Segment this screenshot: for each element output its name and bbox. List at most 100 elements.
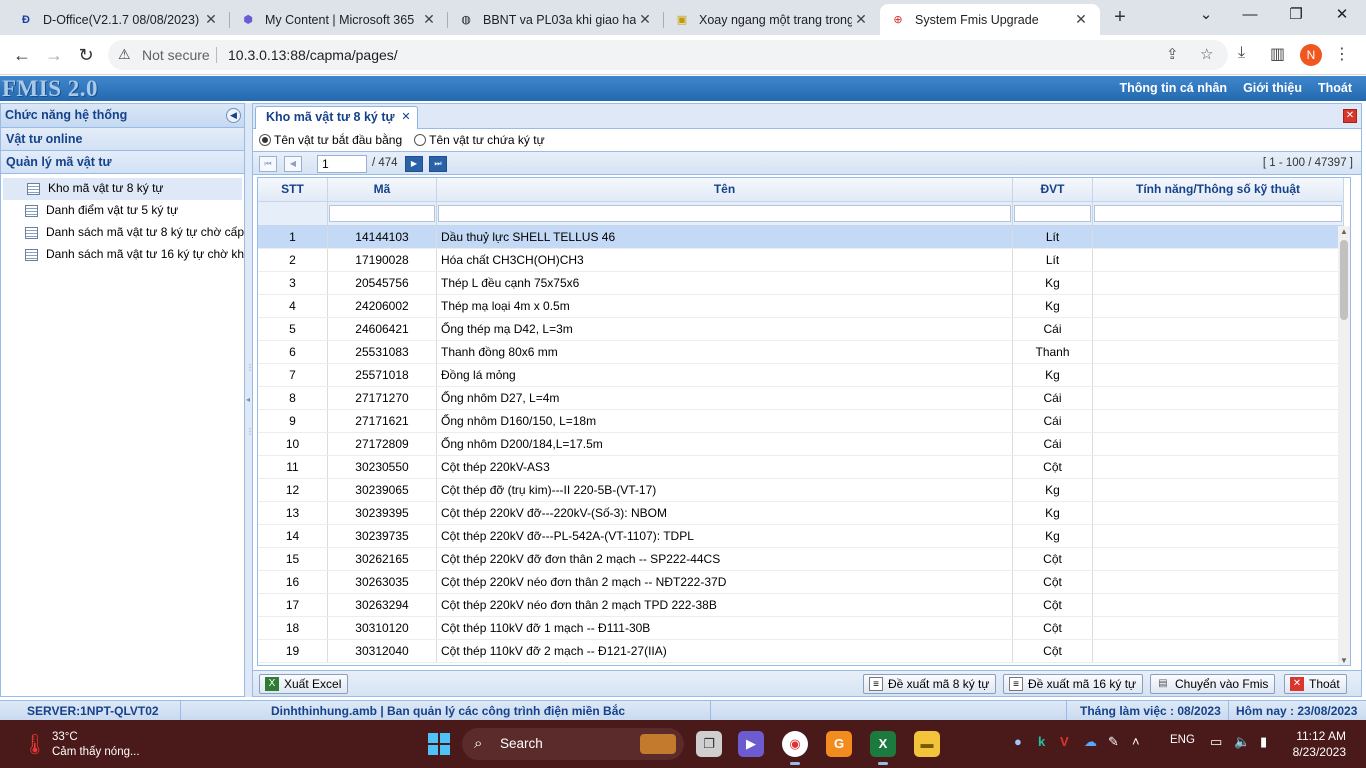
next-page-icon[interactable]: ▶ (405, 156, 423, 172)
filter-unit-input[interactable] (1014, 205, 1091, 222)
section-material-code-management[interactable]: Quản lý mã vật tư (1, 151, 244, 174)
onedrive-icon[interactable]: ☁ (1084, 734, 1097, 750)
filter-code-input[interactable] (329, 205, 435, 222)
zalo-icon[interactable]: ● (1014, 734, 1022, 749)
app-icon[interactable]: G (826, 731, 852, 757)
table-row[interactable]: 15 30262165 Cột thép 220kV đỡ đơn thân 2 m… (258, 548, 1344, 571)
download-icon[interactable]: ⤓ (1238, 44, 1245, 62)
k-app-icon[interactable]: k (1038, 734, 1045, 749)
table-row[interactable]: 12 30239065 Cột thép đỡ (trụ kim)---II 220… (258, 479, 1344, 502)
table-row[interactable]: 13 30239395 Cột thép 220kV đỡ---220kV-(Số-… (258, 502, 1344, 525)
v-app-icon[interactable]: V (1060, 734, 1069, 749)
close-icon[interactable]: ✕ (852, 11, 870, 28)
filter-spec-input[interactable] (1094, 205, 1342, 222)
tab-search-icon[interactable]: ⌄ (1184, 0, 1228, 32)
table-row[interactable]: 16 30263035 Cột thép 220kV néo đơn thân 2 … (258, 571, 1344, 594)
task-view-icon[interactable]: ❐ (696, 731, 722, 757)
scroll-thumb[interactable] (1340, 240, 1348, 320)
first-page-icon[interactable]: ⏮ (259, 156, 277, 172)
propose-16-char-button[interactable]: ≡ Đề xuất mã 16 ký tự (1003, 674, 1144, 694)
scroll-down-icon[interactable]: ▼ (1338, 655, 1350, 665)
table-row[interactable]: 19 30312040 Cột thép 110kV đỡ 2 mạch -- Đ1… (258, 640, 1344, 663)
table-row[interactable]: 6 25531083 Thanh đồng 80x6 mm Thanh (258, 341, 1344, 364)
menu-item-5-char-catalog[interactable]: Danh điểm vật tư 5 ký tự (1, 200, 244, 222)
exit-button[interactable]: ✕ Thoát (1284, 674, 1347, 694)
browser-tab-xoay-ngang[interactable]: ▣ Xoay ngang một trang trong ✕ (664, 4, 880, 35)
forward-icon[interactable]: → (42, 43, 66, 67)
col-header-unit[interactable]: ĐVT (1013, 178, 1093, 201)
radio-starts-with[interactable]: Tên vật tư bắt đầu bằng (259, 133, 402, 147)
table-row[interactable]: 4 24206002 Thép mạ loại 4m x 0.5m Kg (258, 295, 1344, 318)
transfer-to-fmis-button[interactable]: ▤ Chuyển vào Fmis (1150, 674, 1276, 694)
collapse-left-icon[interactable]: ◀ (226, 108, 241, 123)
close-icon[interactable]: ✕ (636, 11, 654, 28)
col-header-code[interactable]: Mã (328, 178, 437, 201)
table-row[interactable]: 14 30239735 Cột thép 220kV đỡ---PL-542A-(V… (258, 525, 1344, 548)
prev-page-icon[interactable]: ◀ (284, 156, 302, 172)
propose-8-char-button[interactable]: ≡ Đề xuất mã 8 ký tự (863, 674, 997, 694)
page-number-input[interactable]: 1 (317, 155, 367, 173)
minimize-icon[interactable]: — (1228, 0, 1272, 32)
about-link[interactable]: Giới thiệu (1243, 81, 1302, 95)
clock[interactable]: 11:12 AM 8/23/2023 (1290, 728, 1346, 760)
col-header-spec[interactable]: Tính năng/Thông số kỹ thuật (1093, 178, 1344, 201)
col-header-stt[interactable]: STT (258, 178, 328, 201)
weather-widget[interactable]: 33°C Cảm thấy nóng... (52, 730, 140, 760)
close-icon[interactable]: ✕ (420, 11, 438, 28)
taskbar-search[interactable]: ⌕ Search (462, 728, 684, 760)
excel-app-icon[interactable]: X (870, 731, 896, 765)
table-row[interactable]: 2 17190028 Hóa chất CH3CH(OH)CH3 Lít (258, 249, 1344, 272)
file-explorer-icon[interactable]: ▬ (914, 731, 940, 757)
section-online-materials[interactable]: Vật tư online (1, 128, 244, 151)
menu-item-8-char-code-store[interactable]: Kho mã vật tư 8 ký tự (3, 178, 242, 200)
windows-start-icon[interactable] (428, 733, 450, 755)
close-tab-icon[interactable]: ✕ (401, 110, 410, 123)
table-row[interactable]: 9 27171621 Ống nhôm D160/150, L=18m Cái (258, 410, 1344, 433)
personal-info-link[interactable]: Thông tin cá nhân (1119, 81, 1227, 95)
thermometer-icon[interactable]: 🌡 (22, 732, 47, 757)
table-row[interactable]: 3 20545756 Thép L đều cạnh 75x75x6 Kg (258, 272, 1344, 295)
filter-name-input[interactable] (438, 205, 1011, 222)
last-page-icon[interactable]: ⏭ (429, 156, 447, 172)
radio-button-checked[interactable] (259, 134, 271, 146)
table-row[interactable]: 8 27171270 Ống nhôm D27, L=4m Cái (258, 387, 1344, 410)
export-excel-button[interactable]: X Xuất Excel (259, 674, 349, 694)
close-icon[interactable]: ✕ (1072, 11, 1090, 28)
menu-item-16-char-pending[interactable]: Danh sách mã vật tư 16 ký tự chờ kh (1, 244, 244, 266)
browser-tab-bbnt[interactable]: ◍ BBNT va PL03a khi giao hang ✕ (448, 4, 664, 35)
radio-contains[interactable]: Tên vật tư chứa ký tự (414, 133, 545, 147)
share-icon[interactable]: ⇪ (1166, 45, 1179, 63)
url-box[interactable]: ⚠ Not secure 10.3.0.13:88/capma/pages/ ⇪… (108, 40, 1228, 70)
profile-avatar[interactable]: N (1300, 44, 1322, 66)
teams-icon[interactable]: ▶ (738, 731, 764, 757)
pen-icon[interactable]: ✎ (1108, 734, 1119, 750)
logout-link[interactable]: Thoát (1318, 81, 1352, 95)
window-close-icon[interactable]: ✕ (1320, 0, 1364, 32)
grid-scrollbar[interactable]: ▲ ▼ (1338, 226, 1350, 665)
battery-icon[interactable]: ▮ (1260, 734, 1267, 750)
browser-tab-fmis[interactable]: ⊕ System Fmis Upgrade ✕ (880, 4, 1100, 35)
chevron-up-icon[interactable]: ˄ (1132, 734, 1140, 749)
tab-8-char-code-store[interactable]: Kho mã vật tư 8 ký tự ✕ (255, 106, 418, 129)
language-indicator[interactable]: ENG (1170, 734, 1195, 746)
chrome-icon[interactable]: ◉ (782, 731, 808, 765)
table-row[interactable]: 5 24606421 Ống thép mạ D42, L=3m Cái (258, 318, 1344, 341)
volume-icon[interactable]: 🔈 (1234, 734, 1250, 750)
browser-tab-microsoft-365[interactable]: ⬢ My Content | Microsoft 365 ✕ (230, 4, 448, 35)
table-row[interactable]: 11 30230550 Cột thép 220kV-AS3 Cột (258, 456, 1344, 479)
table-row[interactable]: 17 30263294 Cột thép 220kV néo đơn thân 2 … (258, 594, 1344, 617)
maximize-icon[interactable]: ❐ (1274, 0, 1318, 32)
table-row[interactable]: 1 14144103 Dầu thuỷ lực SHELL TELLUS 46 Lít (258, 226, 1344, 249)
menu-item-8-char-pending[interactable]: Danh sách mã vật tư 8 ký tự chờ cấp (1, 222, 244, 244)
table-row[interactable]: 18 30310120 Cột thép 110kV đỡ 1 mạch -- Đ1… (258, 617, 1344, 640)
browser-tab-d-office[interactable]: Ð D-Office(V2.1.7 08/08/2023) ✕ (8, 4, 230, 35)
bookmark-star-icon[interactable]: ☆ (1200, 45, 1213, 63)
menu-kebab-icon[interactable]: ⋮ (1334, 44, 1350, 64)
radio-button[interactable] (414, 134, 427, 146)
network-icon[interactable]: ▭ (1210, 734, 1222, 750)
panel-splitter[interactable]: ⋮ ◂ ⋮ (245, 103, 254, 697)
scroll-up-icon[interactable]: ▲ (1338, 226, 1350, 238)
table-row[interactable]: 10 27172809 Ống nhôm D200/184,L=17.5m Cái (258, 433, 1344, 456)
reload-icon[interactable]: ↻ (74, 43, 98, 67)
side-panel-icon[interactable]: ▥ (1270, 44, 1285, 64)
